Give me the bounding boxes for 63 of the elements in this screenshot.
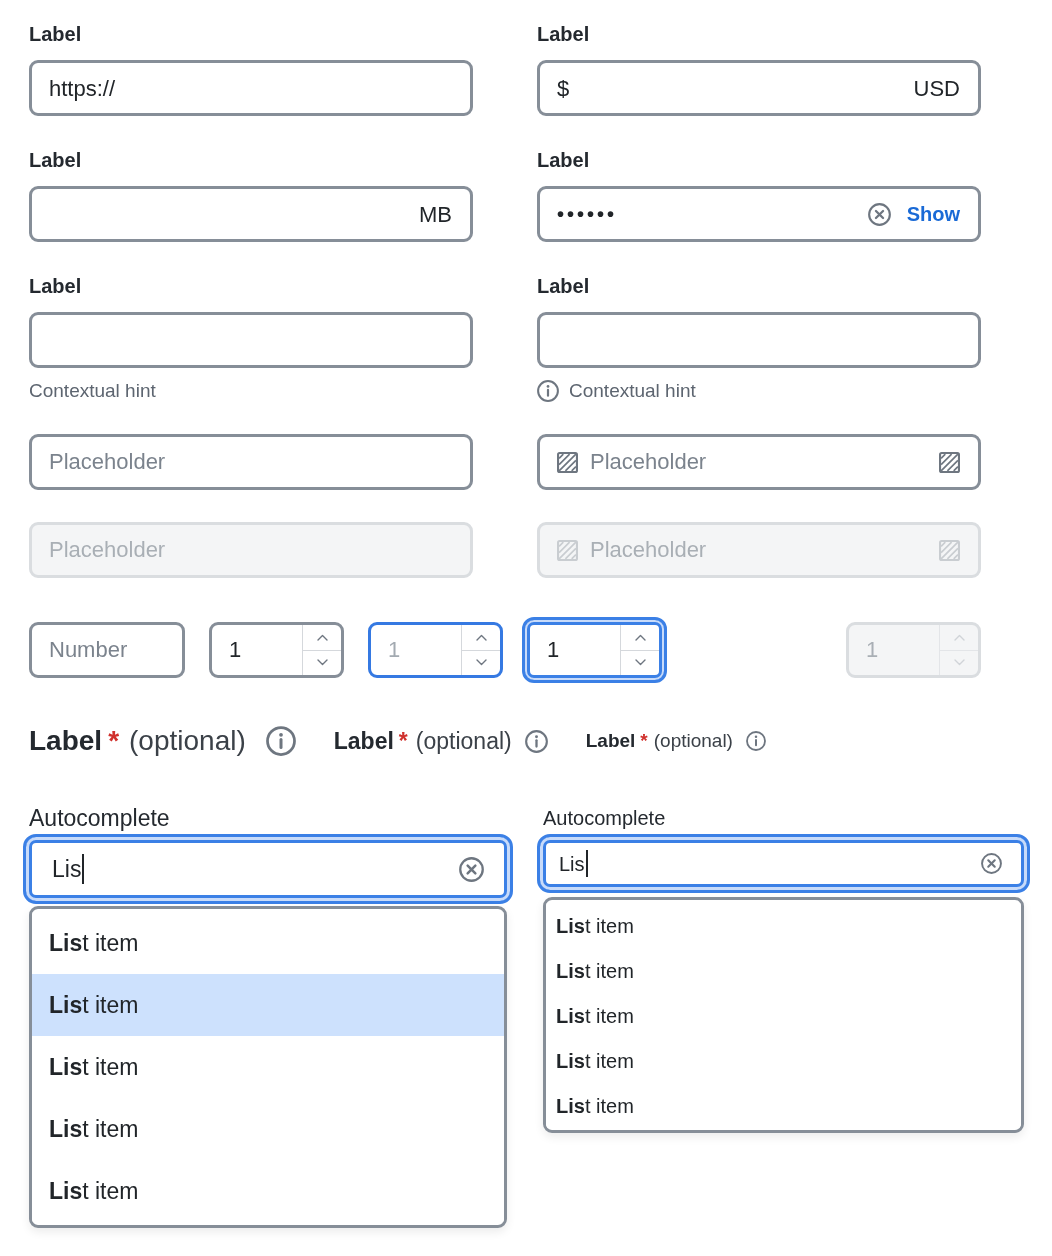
text-field[interactable]: Placeholder — [537, 434, 981, 490]
dropdown-option[interactable]: List item — [546, 993, 1021, 1038]
dropdown-option[interactable]: List item — [32, 1036, 504, 1098]
number-field[interactable]: 1 — [522, 617, 667, 683]
info-icon — [265, 726, 296, 756]
chevron-down-icon — [475, 659, 487, 667]
optional-text: (optional) — [653, 728, 733, 753]
suffix-text: USD — [913, 74, 960, 103]
prefix-text: $ — [557, 74, 570, 103]
chevron-up-icon — [475, 633, 487, 641]
hint-text: Contextual hint — [569, 380, 696, 402]
chevron-up-icon — [316, 633, 328, 641]
text-cursor — [585, 850, 588, 877]
info-icon — [745, 731, 766, 751]
field-label: Label — [333, 726, 394, 756]
dropdown-option[interactable]: List item — [546, 1038, 1021, 1083]
dropdown-option[interactable]: List item — [32, 1160, 504, 1222]
field-label: Label — [537, 274, 591, 298]
field-label: Label — [29, 724, 103, 758]
prefix-text: https:// — [49, 74, 116, 103]
field-label: Label — [537, 22, 591, 46]
field-label: Label — [585, 728, 636, 753]
autocomplete-field[interactable]: Lis — [23, 834, 513, 904]
chevron-down-icon — [953, 659, 965, 667]
required-mark: * — [398, 726, 408, 756]
required-mark: * — [108, 724, 120, 758]
suffix-text: MB — [419, 200, 452, 229]
required-mark: * — [640, 728, 648, 753]
dropdown-option[interactable]: List item — [546, 948, 1021, 993]
text-field[interactable] — [29, 60, 473, 116]
dropdown-option[interactable]: List item — [32, 1098, 504, 1160]
clear-icon[interactable] — [867, 202, 891, 226]
show-button[interactable]: Show — [906, 199, 960, 229]
dropdown-option[interactable]: List item — [546, 1083, 1021, 1128]
field-label: Label — [29, 274, 83, 298]
chevron-down-icon — [634, 659, 646, 667]
clear-icon[interactable] — [981, 853, 1002, 874]
dropdown-option[interactable]: List item — [546, 903, 1021, 948]
chevron-up-icon — [953, 633, 965, 641]
text-field[interactable] — [537, 60, 981, 116]
text-field[interactable] — [29, 186, 473, 242]
chevron-up-icon — [634, 633, 646, 641]
number-field[interactable]: 1 — [209, 622, 344, 678]
autocomplete-field[interactable]: Lis — [537, 834, 1030, 893]
field-label: Autocomplete — [28, 804, 171, 832]
text-field[interactable] — [29, 312, 473, 368]
info-icon — [524, 729, 548, 753]
optional-text: (optional) — [129, 724, 246, 758]
field-label: Label — [537, 148, 591, 172]
number-field[interactable]: 1 — [368, 622, 503, 678]
field-label: Label — [29, 22, 83, 46]
field-label: Label — [29, 148, 83, 172]
field-label: Autocomplete — [542, 806, 667, 830]
clear-icon[interactable] — [459, 856, 484, 882]
hint-text: Contextual hint — [29, 380, 156, 402]
text-cursor — [82, 854, 85, 884]
optional-text: (optional) — [415, 726, 512, 756]
text-field[interactable] — [537, 312, 981, 368]
chevron-down-icon — [316, 659, 328, 667]
text-field[interactable]: Placeholder — [29, 434, 473, 490]
dropdown-option[interactable]: List item — [32, 974, 504, 1036]
number-field[interactable]: Number — [29, 622, 185, 678]
dropdown-option[interactable]: List item — [32, 912, 504, 974]
